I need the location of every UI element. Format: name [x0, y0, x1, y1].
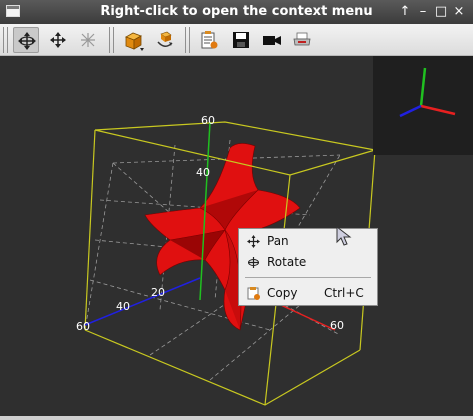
- x-tick-label-60: 60: [76, 320, 90, 333]
- maximize-button[interactable]: □: [432, 2, 450, 22]
- x-tick-label-40: 40: [116, 300, 130, 313]
- video-camera-icon: [263, 36, 281, 45]
- printer-icon: [293, 32, 311, 46]
- rotate-object-icon: [157, 31, 173, 47]
- pan-mode-button[interactable]: [45, 27, 71, 53]
- context-menu-item-rotate[interactable]: Rotate: [241, 252, 375, 273]
- window-bottom-border: [0, 416, 473, 420]
- mouse-cursor-icon: [336, 226, 352, 246]
- context-menu-separator: [245, 277, 371, 278]
- context-menu: Pan Rotate Copy Ctrl+C: [238, 228, 378, 306]
- move-arrows-icon: [50, 32, 66, 48]
- cube-icon: [125, 32, 144, 51]
- axes-gizmo-icon: [399, 67, 456, 118]
- orientation-gizmo: [373, 56, 473, 155]
- reset-view-button[interactable]: [152, 27, 178, 53]
- context-menu-label: Rotate: [267, 255, 307, 269]
- options-button[interactable]: [196, 27, 222, 53]
- pin-button[interactable]: ↑: [396, 2, 414, 22]
- context-menu-shortcut: Ctrl+C: [324, 286, 364, 300]
- copy-icon: [246, 286, 261, 301]
- z-tick-label-mid: 40: [196, 166, 210, 179]
- context-menu-item-pan[interactable]: Pan: [241, 231, 375, 252]
- move-arrows-icon: [246, 234, 261, 249]
- toolbar-grip[interactable]: [3, 27, 8, 53]
- context-menu-item-copy[interactable]: Copy Ctrl+C: [241, 283, 375, 304]
- view-cube-button[interactable]: [120, 27, 146, 53]
- z-tick-label-top: 60: [201, 114, 215, 127]
- clipboard-settings-icon: [201, 31, 218, 49]
- rotate-arrows-icon: [18, 32, 36, 50]
- video-button[interactable]: [258, 27, 284, 53]
- context-menu-label: Pan: [267, 234, 289, 248]
- close-button[interactable]: ×: [450, 2, 468, 22]
- context-menu-label: Copy: [267, 286, 298, 300]
- zoom-arrows-icon: [81, 33, 95, 47]
- zoom-mode-button[interactable]: [75, 27, 101, 53]
- minimize-button[interactable]: –: [414, 2, 432, 22]
- rotate-mode-button[interactable]: [13, 27, 39, 53]
- floppy-icon: [233, 32, 249, 48]
- title-bar: Right-click to open the context menu ↑ –…: [0, 0, 473, 24]
- x-tick-label-20: 20: [151, 286, 165, 299]
- toolbar: [0, 24, 473, 56]
- toolbar-grip[interactable]: [185, 27, 190, 53]
- y-tick-label-60: 60: [330, 319, 344, 332]
- print-button[interactable]: [289, 27, 315, 53]
- save-button[interactable]: [228, 27, 254, 53]
- rotate-arrows-icon: [246, 255, 261, 270]
- 3d-viewport[interactable]: 60 40 60 40 20 60: [0, 56, 473, 420]
- toolbar-grip[interactable]: [109, 27, 114, 53]
